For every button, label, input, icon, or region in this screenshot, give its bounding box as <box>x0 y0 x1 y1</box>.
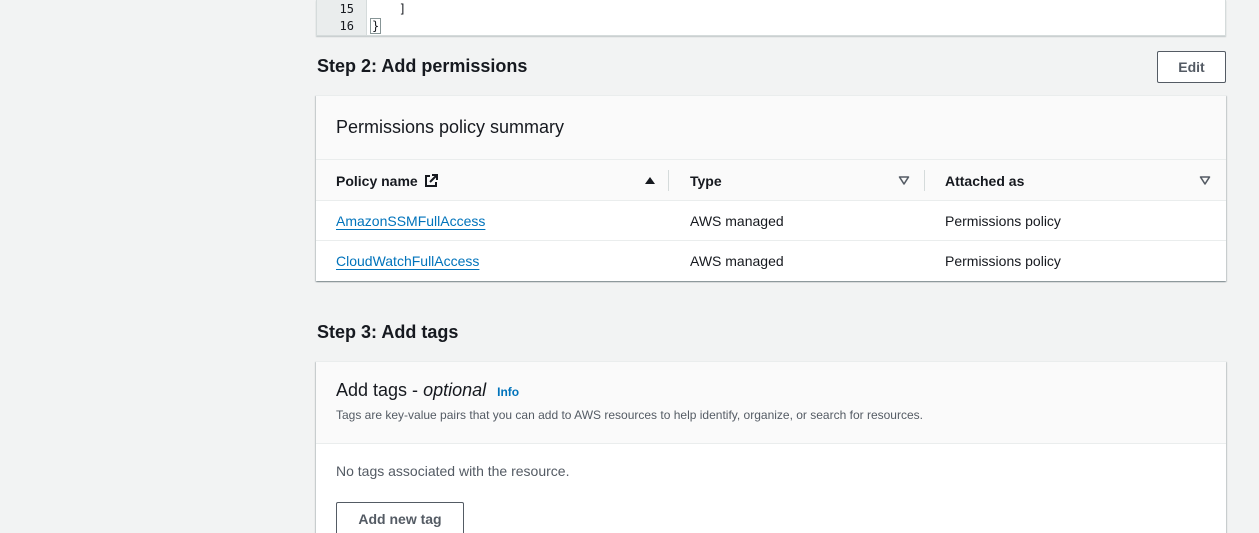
panel-header: Permissions policy summary <box>316 96 1226 160</box>
column-header-policy-name[interactable]: Policy name <box>336 160 438 201</box>
permissions-summary-panel: Permissions policy summary Policy name T… <box>316 95 1226 281</box>
policy-name-cell: CloudWatchFullAccess <box>336 241 479 281</box>
sort-descending-icon[interactable] <box>898 174 910 186</box>
attached-as-cell: Permissions policy <box>945 253 1061 269</box>
policy-code-editor[interactable]: 15 ] 16 } <box>316 0 1226 36</box>
type-cell: AWS managed <box>690 253 784 269</box>
panel-title: Permissions policy summary <box>336 117 565 137</box>
panel-description: Tags are key-value pairs that you can ad… <box>336 408 923 422</box>
attached-as-cell: Permissions policy <box>945 213 1061 229</box>
add-tags-panel: Add tags - optional Info Tags are key-va… <box>316 361 1226 533</box>
step3-title: Step 3: Add tags <box>317 322 459 342</box>
policy-link-amazonssmfullaccess[interactable]: AmazonSSMFullAccess <box>336 213 485 229</box>
line-number: 15 <box>339 2 354 16</box>
code-text: } <box>370 18 382 35</box>
panel-title-text: Add tags - <box>336 380 419 400</box>
code-text: ] <box>370 2 407 16</box>
policy-link-cloudwatchfullaccess[interactable]: CloudWatchFullAccess <box>336 253 479 269</box>
column-header-label: Policy name <box>336 172 418 189</box>
add-new-tag-button[interactable]: Add new tag <box>336 502 464 533</box>
closing-brace: } <box>370 18 382 34</box>
empty-tags-message: No tags associated with the resource. <box>336 463 570 479</box>
column-divider <box>668 170 669 191</box>
info-link[interactable]: Info <box>497 385 519 399</box>
step2-title: Step 2: Add permissions <box>317 56 528 76</box>
column-header-type[interactable]: Type <box>690 160 722 201</box>
table-row: AmazonSSMFullAccess AWS managed Permissi… <box>316 201 1226 241</box>
sort-ascending-icon[interactable] <box>644 174 656 186</box>
panel-header: Add tags - optional Info Tags are key-va… <box>316 362 1226 444</box>
policy-name-cell: AmazonSSMFullAccess <box>336 201 485 241</box>
column-header-attached-as[interactable]: Attached as <box>945 160 1024 201</box>
table-header: Policy name Type Attached as <box>316 160 1226 201</box>
column-divider <box>924 170 925 191</box>
line-number: 16 <box>339 19 354 33</box>
external-link-icon <box>424 173 438 187</box>
code-line: 15 ] <box>317 1 1225 18</box>
panel-title: Add tags - optional Info <box>336 380 519 401</box>
optional-label: optional <box>423 380 487 400</box>
code-line: 16 } <box>317 18 1225 35</box>
edit-permissions-button[interactable]: Edit <box>1157 51 1226 83</box>
type-cell: AWS managed <box>690 213 784 229</box>
table-row: CloudWatchFullAccess AWS managed Permiss… <box>316 241 1226 281</box>
sort-descending-icon[interactable] <box>1199 174 1211 186</box>
